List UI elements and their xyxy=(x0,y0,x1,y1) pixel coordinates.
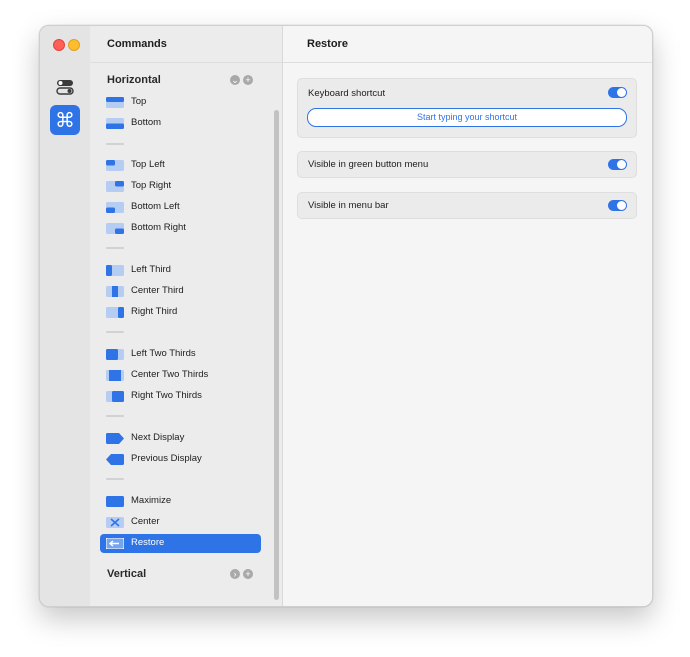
add-icon[interactable]: + xyxy=(243,75,253,85)
top-left-icon xyxy=(106,160,124,171)
keyboard-shortcut-label: Keyboard shortcut xyxy=(308,88,386,99)
sidebar-item-label: Top Right xyxy=(131,180,172,191)
left-two-thirds-icon xyxy=(106,349,124,360)
sidebar-item-right-two-thirds[interactable]: Right Two Thirds xyxy=(100,387,261,406)
menu-bar-card: Visible in menu bar xyxy=(297,192,637,219)
group-separator xyxy=(106,247,124,249)
sidebar-item-right-third[interactable]: Right Third xyxy=(100,303,261,322)
bottom-left-icon xyxy=(106,202,124,213)
sidebar-item-previous-display[interactable]: Previous Display xyxy=(100,450,261,469)
sidebar-item-label: Maximize xyxy=(131,495,172,506)
right-third-icon xyxy=(106,307,124,318)
sidebar-header: Commands xyxy=(90,26,282,63)
sidebar-item-left-third[interactable]: Left Third xyxy=(100,261,261,280)
sidebar-item-restore[interactable]: Restore xyxy=(100,534,261,553)
restore-icon xyxy=(106,538,124,549)
next-display-icon xyxy=(106,433,124,444)
sidebar-item-label: Center xyxy=(131,516,160,527)
toggles-settings-icon[interactable] xyxy=(50,72,80,102)
sidebar-item-top-left[interactable]: Top Left xyxy=(100,156,261,175)
sidebar-item-maximize[interactable]: Maximize xyxy=(100,492,261,511)
section-title-horizontal: Horizontal xyxy=(107,74,161,86)
collapse-chevron-icon[interactable]: ⌄ xyxy=(230,75,240,85)
record-shortcut-button[interactable]: Start typing your shortcut xyxy=(307,108,627,127)
icon-rail: ⌘ xyxy=(40,26,91,606)
settings-window: ⌘ Commands Horizontal ⌄ + Top Bottom Top L… xyxy=(39,25,653,607)
section-title-vertical: Vertical xyxy=(107,568,147,580)
sidebar-item-label: Next Display xyxy=(131,432,185,443)
top-half-icon xyxy=(106,97,124,108)
sidebar-scrollbar[interactable] xyxy=(274,110,279,600)
close-window-button[interactable] xyxy=(53,39,65,51)
bottom-half-icon xyxy=(106,118,124,129)
command-key-icon[interactable]: ⌘ xyxy=(50,105,80,135)
detail-header: Restore xyxy=(283,26,652,63)
group-separator xyxy=(106,415,124,417)
center-two-thirds-icon xyxy=(106,370,124,381)
menu-bar-label: Visible in menu bar xyxy=(308,200,389,211)
center-third-icon xyxy=(106,286,124,297)
sidebar-item-center[interactable]: Center xyxy=(100,513,261,532)
sidebar-item-top-right[interactable]: Top Right xyxy=(100,177,261,196)
menu-bar-toggle[interactable] xyxy=(608,200,627,211)
sidebar-item-center-third[interactable]: Center Third xyxy=(100,282,261,301)
sidebar-item-bottom[interactable]: Bottom xyxy=(100,114,261,133)
green-button-menu-label: Visible in green button menu xyxy=(308,159,429,170)
maximize-icon xyxy=(106,496,124,507)
sidebar-item-left-two-thirds[interactable]: Left Two Thirds xyxy=(100,345,261,364)
page-title: Restore xyxy=(307,38,348,50)
detail-pane: Restore Keyboard shortcut Start typing y… xyxy=(283,26,652,606)
group-separator xyxy=(106,331,124,333)
sidebar-item-next-display[interactable]: Next Display xyxy=(100,429,261,448)
sidebar-title: Commands xyxy=(107,38,167,50)
right-two-thirds-icon xyxy=(106,391,124,402)
sidebar-item-bottom-right[interactable]: Bottom Right xyxy=(100,219,261,238)
group-separator xyxy=(106,143,124,145)
sidebar-item-bottom-left[interactable]: Bottom Left xyxy=(100,198,261,217)
commands-sidebar: Commands Horizontal ⌄ + Top Bottom Top Lef… xyxy=(90,26,283,606)
group-separator xyxy=(106,478,124,480)
sidebar-item-label: Center Third xyxy=(131,285,184,296)
sidebar-item-label: Top xyxy=(131,96,147,107)
sidebar-item-label: Top Left xyxy=(131,159,165,170)
bottom-right-icon xyxy=(106,223,124,234)
sidebar-item-label: Bottom Left xyxy=(131,201,180,212)
add-icon[interactable]: + xyxy=(243,569,253,579)
sidebar-item-label: Restore xyxy=(131,537,165,548)
previous-display-icon xyxy=(106,454,124,465)
sidebar-item-label: Left Two Thirds xyxy=(131,348,196,359)
sidebar-item-label: Bottom Right xyxy=(131,222,186,233)
sidebar-item-label: Right Two Thirds xyxy=(131,390,202,401)
sidebar-item-center-two-thirds[interactable]: Center Two Thirds xyxy=(100,366,261,385)
left-third-icon xyxy=(106,265,124,276)
green-button-menu-toggle[interactable] xyxy=(608,159,627,170)
sidebar-item-label: Bottom xyxy=(131,117,162,128)
sidebar-item-label: Left Third xyxy=(131,264,171,275)
sidebar-item-top[interactable]: Top xyxy=(100,93,261,112)
sidebar-item-label: Right Third xyxy=(131,306,178,317)
top-right-icon xyxy=(106,181,124,192)
sidebar-item-label: Previous Display xyxy=(131,453,202,464)
keyboard-shortcut-card: Keyboard shortcut Start typing your shor… xyxy=(297,78,637,138)
minimize-window-button[interactable] xyxy=(68,39,80,51)
expand-chevron-icon[interactable]: › xyxy=(230,569,240,579)
green-button-menu-card: Visible in green button menu xyxy=(297,151,637,178)
center-icon xyxy=(106,517,124,528)
keyboard-shortcut-toggle[interactable] xyxy=(608,87,627,98)
sidebar-item-label: Center Two Thirds xyxy=(131,369,209,380)
